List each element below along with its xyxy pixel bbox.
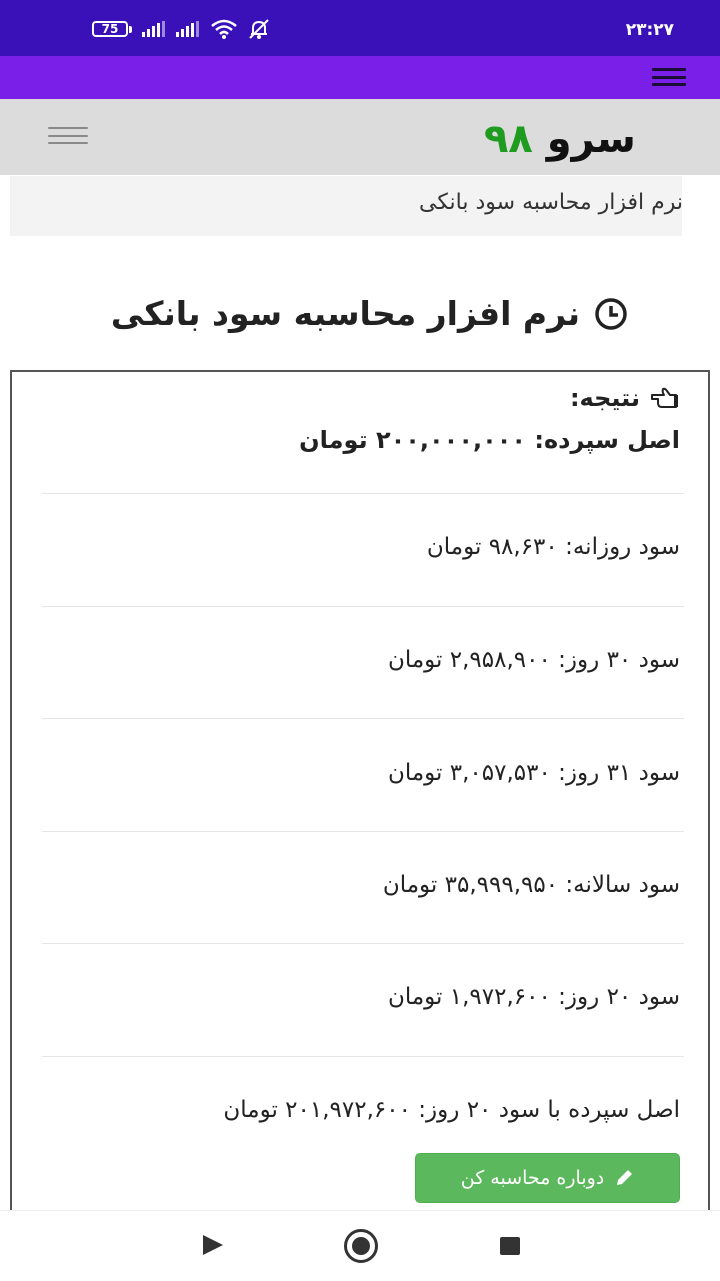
back-icon[interactable] [203, 1235, 223, 1255]
page-title: نرم افزار محاسبه سود بانکی [111, 294, 628, 333]
result-header: نتیجه: [570, 384, 680, 412]
daily-profit: سود روزانه: ۹۸,۶۳۰ تومان [426, 534, 680, 560]
divider [42, 943, 684, 944]
status-time: ۲۳:۲۷ [625, 20, 674, 40]
principal-with-profit: اصل سپرده با سود ۲۰ روز: ۲۰۱,۹۷۲,۶۰۰ توم… [223, 1097, 680, 1123]
pencil-icon [617, 1170, 633, 1185]
logo-number: ۹۸ [484, 116, 533, 162]
page-title-text: نرم افزار محاسبه سود بانکی [110, 294, 580, 333]
breadcrumb-item[interactable]: نرم افزار محاسبه سود بانکی [419, 190, 683, 215]
profit-30-days: سود ۳۰ روز: ۲,۹۵۸,۹۰۰ تومان [387, 647, 680, 673]
clock-icon [595, 297, 627, 330]
wifi-icon [211, 19, 237, 39]
home-icon[interactable] [344, 1229, 378, 1263]
divider [42, 1056, 684, 1057]
status-icons: 75 [92, 18, 270, 40]
result-panel: نتیجه: اصل سپرده: ۲۰۰,۰۰۰,۰۰۰ تومان سود … [10, 370, 710, 1230]
divider [42, 718, 684, 719]
top-nav-bar [0, 56, 720, 99]
pointing-hand-icon [651, 387, 678, 408]
status-bar: 75 ۲۳:۲۷ [0, 0, 720, 56]
battery-icon: 75 [92, 21, 132, 37]
signal-icon [142, 21, 165, 37]
recalculate-button[interactable]: دوباره محاسبه کن [415, 1153, 680, 1203]
menu-icon[interactable] [652, 68, 686, 86]
divider [42, 831, 684, 832]
notifications-muted-icon [249, 19, 269, 39]
divider [42, 606, 684, 607]
signal-icon [176, 21, 199, 37]
recent-apps-icon[interactable] [500, 1237, 520, 1255]
profit-20-days: سود ۲۰ روز: ۱,۹۷۲,۶۰۰ تومان [387, 984, 680, 1010]
breadcrumb: نرم افزار محاسبه سود بانکی [10, 176, 683, 236]
annual-profit: سود سالانه: ۳۵,۹۹۹,۹۵۰ تومان [382, 872, 680, 898]
divider [42, 493, 684, 494]
logo-word: سرو [546, 116, 636, 162]
android-navigation-bar [0, 1210, 720, 1281]
profit-31-days: سود ۳۱ روز: ۳,۰۵۷,۵۳۰ تومان [387, 760, 680, 786]
result-label: نتیجه: [569, 384, 640, 412]
hamburger-menu-icon[interactable] [48, 127, 88, 144]
recalculate-label: دوباره محاسبه کن [460, 1167, 605, 1189]
battery-level: 75 [92, 21, 128, 37]
principal-amount: اصل سپرده: ۲۰۰,۰۰۰,۰۰۰ تومان [299, 426, 680, 454]
site-logo[interactable]: سرو ۹۸ [484, 116, 636, 162]
